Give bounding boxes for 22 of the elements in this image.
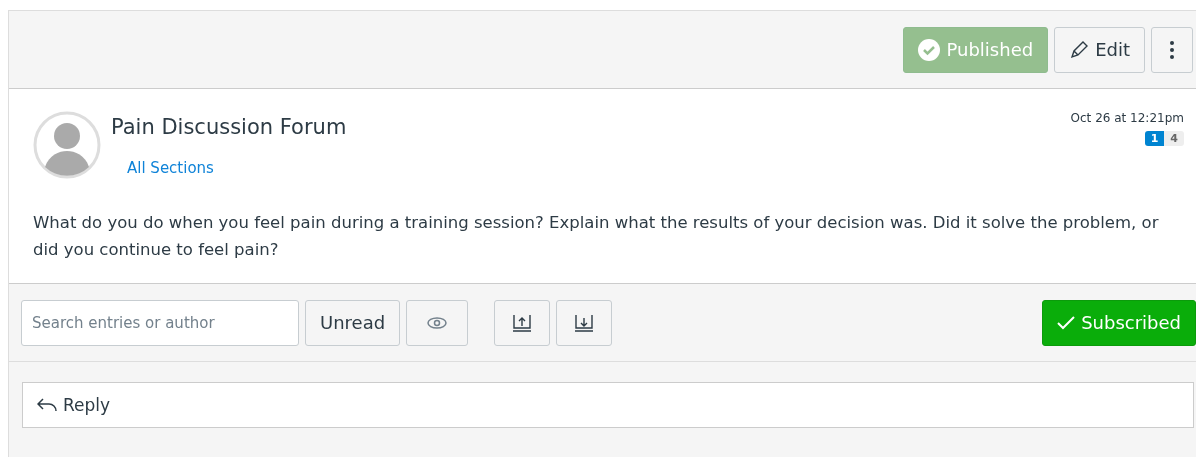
unread-button[interactable]: Unread <box>305 299 401 346</box>
download-arrow-icon <box>574 313 595 332</box>
total-count: 4 <box>1164 131 1184 146</box>
topic-message: What do you do when you feel pain during a training session? Explain what the results of your decision was. Did it solve the problem, or did you continue to feel pain? <box>33 212 1160 261</box>
unread-count: 1 <box>1144 131 1165 146</box>
check-icon <box>1057 315 1076 330</box>
post-date: Oct 26 at 12:21pm <box>1070 111 1184 125</box>
reply-arrow-icon <box>37 397 57 413</box>
check-circle-icon <box>918 38 941 61</box>
view-button[interactable] <box>406 299 469 346</box>
search-field[interactable]: Search entries or author <box>21 299 299 346</box>
reply-field[interactable]: Reply <box>22 382 1194 428</box>
sections-link[interactable]: All Sections <box>127 159 214 177</box>
collapse-button[interactable] <box>494 299 551 346</box>
eye-icon <box>427 316 448 329</box>
upload-arrow-icon <box>512 313 533 332</box>
avatar-icon <box>33 111 101 179</box>
topic-title: Pain Discussion Forum <box>111 115 347 139</box>
edit-button[interactable]: Edit <box>1054 26 1145 73</box>
kebab-menu-icon <box>1170 40 1174 59</box>
expand-button[interactable] <box>556 299 613 346</box>
pencil-icon <box>1069 39 1090 60</box>
